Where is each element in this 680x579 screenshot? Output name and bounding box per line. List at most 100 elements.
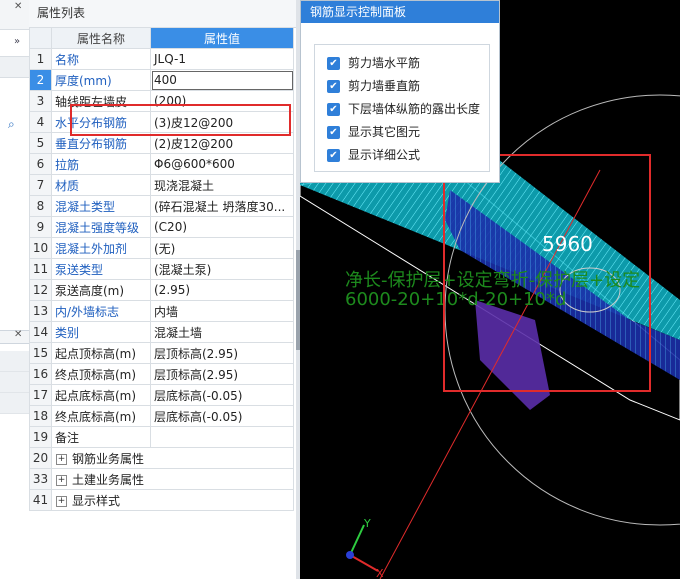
option-show-detailed-formula[interactable]: ✔ 显示详细公式 [327, 146, 420, 164]
property-name: 内/外墙标志 [51, 300, 151, 322]
property-value[interactable]: 层底标高(-0.05) [150, 405, 294, 427]
property-name: 泵送类型 [51, 258, 151, 280]
property-value[interactable]: (2.95) [150, 279, 294, 301]
control-panel-options: ✔ 剪力墙水平筋 ✔ 剪力墙垂直筋 ✔ 下层墙体纵筋的露出长度 ✔ 显示其它图元 ✔ 显示… [314, 44, 490, 172]
close-icon[interactable]: ✕ [14, 1, 22, 12]
option-lower-wall-exposed-length[interactable]: ✔ 下层墙体纵筋的露出长度 [327, 100, 480, 118]
property-value[interactable]: 400 [150, 69, 294, 91]
checkbox-checked-icon[interactable]: ✔ [327, 103, 340, 116]
property-name: 起点顶标高(m) [51, 342, 151, 364]
highlight-box [70, 104, 291, 136]
plus-icon[interactable]: + [56, 495, 67, 507]
checkbox-checked-icon[interactable]: ✔ [327, 149, 340, 162]
property-value[interactable]: 现浇混凝土 [150, 174, 294, 196]
property-row[interactable]: 19 备注 [29, 426, 294, 448]
property-row[interactable]: 8 混凝土类型 (碎石混凝土 坍落度30... [29, 195, 294, 217]
left-panel-divider: ✕ [0, 329, 29, 344]
checkbox-checked-icon[interactable]: ✔ [327, 126, 340, 139]
property-row[interactable]: 13 内/外墙标志 内墙 [29, 300, 294, 322]
property-row[interactable]: 10 混凝土外加剂 (无) [29, 237, 294, 259]
row-number: 7 [29, 174, 52, 196]
property-row[interactable]: 15 起点顶标高(m) 层顶标高(2.95) [29, 342, 294, 364]
left-sliver-panel: ✕ » ⌕ ✕ [0, 0, 30, 579]
row-number: 3 [29, 90, 52, 112]
row-number: 11 [29, 258, 52, 280]
row-number: 16 [29, 363, 52, 385]
row-number: 5 [29, 132, 52, 154]
property-value[interactable]: JLQ-1 [150, 48, 294, 70]
left-list-row[interactable] [0, 351, 29, 372]
checkbox-checked-icon[interactable]: ✔ [327, 80, 340, 93]
property-row[interactable]: 2 厚度(mm) 400 [29, 69, 294, 91]
property-name: 备注 [51, 426, 151, 448]
row-number: 12 [29, 279, 52, 301]
row-number-header [29, 27, 52, 49]
property-group-row[interactable]: 20 + 钢筋业务属性 [29, 447, 294, 469]
property-group[interactable]: + 土建业务属性 [51, 468, 294, 490]
left-list-row[interactable] [0, 372, 29, 393]
property-row[interactable]: 7 材质 现浇混凝土 [29, 174, 294, 196]
property-value[interactable]: 层顶标高(2.95) [150, 363, 294, 385]
property-row[interactable]: 11 泵送类型 (混凝土泵) [29, 258, 294, 280]
property-name: 名称 [51, 48, 151, 70]
row-number: 14 [29, 321, 52, 343]
option-label: 剪力墙垂直筋 [348, 79, 421, 93]
option-show-other-elements[interactable]: ✔ 显示其它图元 [327, 123, 420, 141]
property-name: 混凝土外加剂 [51, 237, 151, 259]
plus-icon[interactable]: + [56, 474, 67, 486]
property-name: 终点底标高(m) [51, 405, 151, 427]
name-column-header: 属性名称 [51, 27, 151, 49]
checkbox-checked-icon[interactable]: ✔ [327, 57, 340, 70]
property-value[interactable]: 内墙 [150, 300, 294, 322]
property-group[interactable]: + 显示样式 [51, 489, 294, 511]
plus-icon[interactable]: + [56, 453, 67, 465]
chevron-double-right-icon[interactable]: » [14, 36, 20, 47]
property-value[interactable] [150, 426, 294, 448]
property-value[interactable]: Φ6@600*600 [150, 153, 294, 175]
property-table: 属性名称 属性值 1 名称 JLQ-1 2 厚度(mm) 400 3 轴线距左墙皮 (200) 4… [29, 27, 294, 511]
property-row[interactable]: 12 泵送高度(m) (2.95) [29, 279, 294, 301]
search-icon[interactable]: ⌕ [8, 117, 15, 132]
property-name: 混凝土类型 [51, 195, 151, 217]
property-row[interactable]: 1 名称 JLQ-1 [29, 48, 294, 70]
property-group-row[interactable]: 41 + 显示样式 [29, 489, 294, 511]
property-row[interactable]: 9 混凝土强度等级 (C20) [29, 216, 294, 238]
property-value[interactable]: 层底标高(-0.05) [150, 384, 294, 406]
property-name: 材质 [51, 174, 151, 196]
property-group[interactable]: + 钢筋业务属性 [51, 447, 294, 469]
property-row[interactable]: 14 类别 混凝土墙 [29, 321, 294, 343]
property-value[interactable]: (无) [150, 237, 294, 259]
option-wall-horizontal-bar[interactable]: ✔ 剪力墙水平筋 [327, 54, 420, 72]
property-row[interactable]: 16 终点顶标高(m) 层顶标高(2.95) [29, 363, 294, 385]
axis-triad: Y X [346, 517, 384, 579]
property-group-label: 土建业务属性 [72, 472, 145, 487]
property-group-row[interactable]: 33 + 土建业务属性 [29, 468, 294, 490]
option-wall-vertical-bar[interactable]: ✔ 剪力墙垂直筋 [327, 77, 420, 95]
rebar-control-panel: 钢筋显示控制面板 ✔ 剪力墙水平筋 ✔ 剪力墙垂直筋 ✔ 下层墙体纵筋的露出长度 ✔ 显… [300, 0, 500, 183]
left-list-row[interactable] [0, 393, 29, 414]
z-axis-dot [346, 551, 354, 559]
option-label: 显示详细公式 [348, 148, 421, 162]
close-icon[interactable]: ✕ [14, 329, 22, 340]
row-number: 2 [29, 69, 52, 91]
option-label: 下层墙体纵筋的露出长度 [348, 102, 481, 116]
property-value[interactable]: (混凝土泵) [150, 258, 294, 280]
property-row[interactable]: 18 终点底标高(m) 层底标高(-0.05) [29, 405, 294, 427]
row-number: 10 [29, 237, 52, 259]
property-row[interactable]: 17 起点底标高(m) 层底标高(-0.05) [29, 384, 294, 406]
property-group-label: 显示样式 [72, 493, 121, 508]
y-axis-line [349, 524, 365, 556]
property-value[interactable]: 层顶标高(2.95) [150, 342, 294, 364]
y-axis-label: Y [363, 517, 371, 530]
property-row[interactable]: 6 拉筋 Φ6@600*600 [29, 153, 294, 175]
property-name: 厚度(mm) [51, 69, 151, 91]
left-search-bar[interactable]: ⌕ [0, 56, 29, 131]
property-value[interactable]: 混凝土墙 [150, 321, 294, 343]
row-number: 9 [29, 216, 52, 238]
row-number: 13 [29, 300, 52, 322]
property-value[interactable]: (碎石混凝土 坍落度30... [150, 195, 294, 217]
x-axis-line [349, 554, 379, 572]
property-name: 拉筋 [51, 153, 151, 175]
control-panel-title: 钢筋显示控制面板 [301, 1, 499, 23]
property-value[interactable]: (C20) [150, 216, 294, 238]
